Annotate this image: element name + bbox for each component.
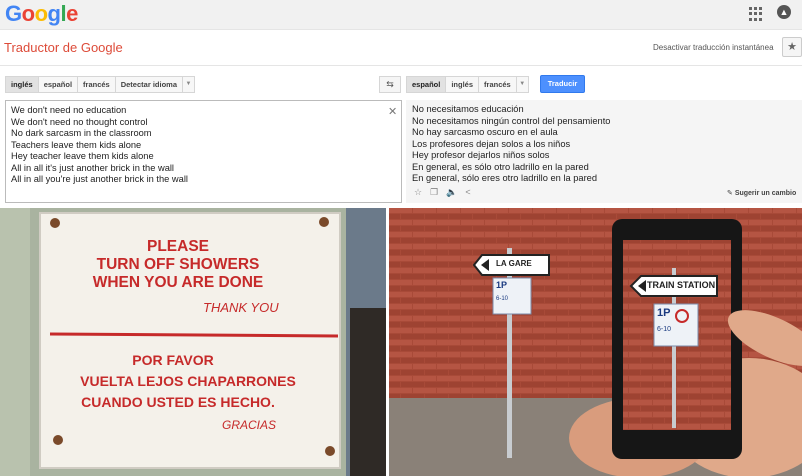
target-lang-english[interactable]: inglés — [445, 76, 479, 93]
google-logo[interactable]: Google — [5, 1, 78, 27]
source-text-area[interactable]: We don't need no education We don't need… — [5, 100, 402, 203]
street-sign-scene — [389, 208, 802, 476]
chevron-down-icon[interactable]: ▼ — [515, 76, 529, 93]
page-title: Traductor de Google — [4, 40, 123, 55]
source-line: All in all you're just another brick in … — [11, 174, 188, 184]
source-line: We don't need no thought control — [11, 116, 148, 127]
instant-translation-toggle[interactable]: Desactivar traducción instantánea — [653, 43, 774, 52]
target-language-bar: español inglés francés ▼ — [406, 76, 529, 93]
source-line: Hey teacher leave them kids alone — [11, 151, 154, 161]
source-lang-english[interactable]: inglés — [5, 76, 38, 93]
phone-parking-sign-text: 1P — [657, 307, 671, 319]
source-lang-spanish[interactable]: español — [37, 76, 78, 93]
street-sign-photo: LA GARE TRAIN STATION 1P 6-10 1P 6-10 — [389, 208, 802, 476]
star-icon[interactable]: ★ — [782, 37, 802, 57]
translated-line: No necesitamos ningún control del pensam… — [412, 115, 611, 126]
source-line: We don't need no education — [11, 105, 127, 115]
share-icon[interactable]: < — [465, 187, 470, 198]
close-icon[interactable]: ✕ — [388, 105, 397, 118]
speaker-icon[interactable]: 🔈 — [446, 187, 457, 198]
translated-line: En general, es sólo otro ladrillo en la … — [412, 161, 589, 172]
la-gare-sign-text: LA GARE — [496, 259, 532, 268]
title-bar: Traductor de Google Desactivar traducció… — [0, 30, 802, 66]
sign-es-line-2: VUELTA LEJOS CHAPARRONES — [80, 373, 296, 389]
swap-languages-icon[interactable]: ⇆ — [379, 76, 401, 93]
sign-line-3: WHEN YOU ARE DONE — [92, 274, 264, 291]
sign-es-line-1: POR FAVOR — [132, 352, 214, 368]
target-lang-french[interactable]: francés — [478, 76, 516, 93]
detect-language[interactable]: Detectar idioma — [114, 76, 182, 93]
source-line: No dark sarcasm in the classroom — [11, 128, 152, 138]
copy-icon[interactable]: ❐ — [430, 187, 438, 198]
sign-gracias: GRACIAS — [222, 418, 277, 432]
translated-line: Los profesores dejan solos a los niños — [412, 138, 571, 149]
star-icon[interactable]: ☆ — [414, 187, 422, 198]
apps-grid-icon[interactable] — [749, 7, 763, 21]
target-lang-spanish[interactable]: español — [406, 76, 446, 93]
source-line: All in all it's just another brick in th… — [11, 162, 174, 173]
suggest-edit-label: Sugerir un cambio — [734, 190, 797, 197]
translated-line: No necesitamos educación — [412, 104, 524, 114]
translated-line: Hey profesor dejarlos niños solos — [412, 150, 550, 160]
translate-button[interactable]: Traducir — [540, 75, 585, 93]
output-tools: ☆ ❐ 🔈 < — [414, 187, 471, 198]
source-lang-french[interactable]: francés — [77, 76, 115, 93]
chevron-down-icon[interactable]: ▼ — [182, 76, 195, 93]
parking-hours-text: 6-10 — [496, 296, 509, 302]
sign-es-line-3: CUANDO USTED ES HECHO. — [81, 394, 275, 410]
shower-sign-photo: PLEASE TURN OFF SHOWERS WHEN YOU ARE DON… — [0, 208, 386, 476]
parking-sign-text: 1P — [496, 280, 508, 290]
sign-thank-you: THANK YOU — [203, 300, 279, 315]
notifications-icon[interactable]: ▲ — [777, 5, 791, 19]
phone-parking-hours-text: 6-10 — [657, 326, 672, 333]
translated-line: En general, sólo eres otro ladrillo en l… — [412, 173, 598, 183]
sign-line-2: TURN OFF SHOWERS — [96, 256, 260, 273]
source-language-bar: inglés español francés Detectar idioma ▼ — [5, 76, 195, 93]
suggest-edit-link[interactable]: ✎ Sugerir un cambio — [727, 189, 796, 197]
sign-line-1: PLEASE — [146, 238, 209, 255]
top-bar: Google ▲ — [0, 0, 802, 30]
source-line: Teachers leave them kids alone — [11, 139, 142, 150]
train-station-sign-text: TRAIN STATION — [647, 280, 716, 290]
translated-line: No hay sarcasmo oscuro en el aula — [412, 127, 558, 137]
